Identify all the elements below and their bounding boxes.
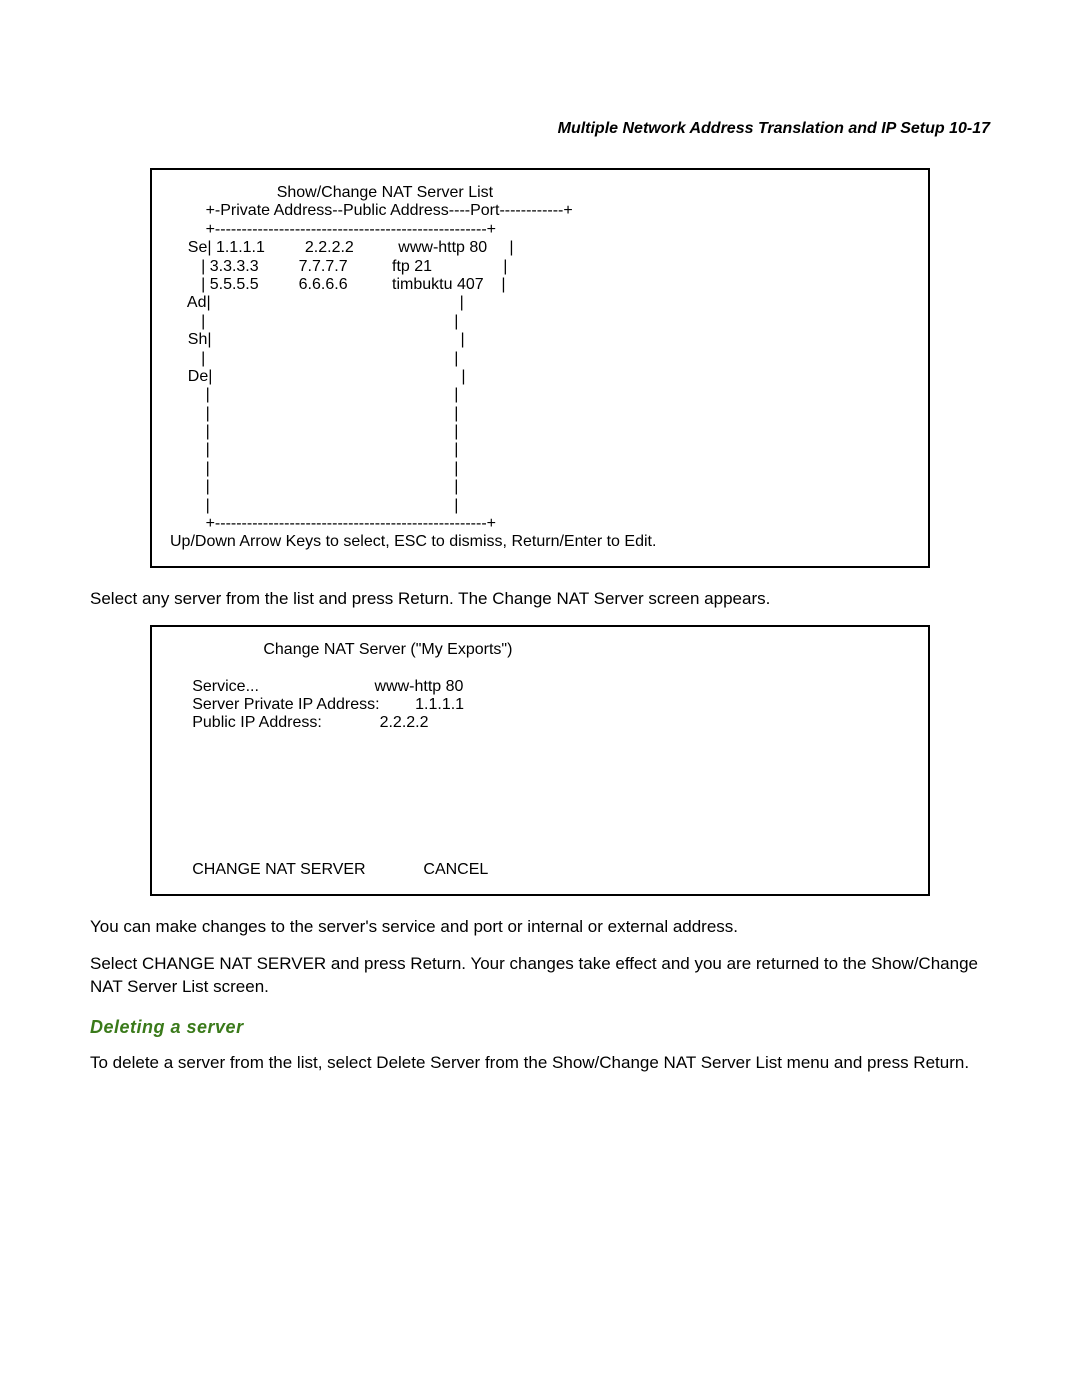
running-header: Multiple Network Address Translation and… bbox=[90, 120, 990, 138]
instruction-delete-server: To delete a server from the list, select… bbox=[90, 1052, 990, 1075]
change-nat-server-screen: Change NAT Server ("My Exports") Service… bbox=[150, 625, 930, 896]
instruction-select-server: Select any server from the list and pres… bbox=[90, 588, 990, 611]
nat-server-list-screen: Show/Change NAT Server List +-Private Ad… bbox=[150, 168, 930, 568]
page: Multiple Network Address Translation and… bbox=[0, 0, 1080, 1169]
instruction-make-changes: You can make changes to the server's ser… bbox=[90, 916, 990, 939]
instruction-change-nat-server: Select CHANGE NAT SERVER and press Retur… bbox=[90, 953, 990, 999]
subheading-deleting-server: Deleting a server bbox=[90, 1017, 990, 1038]
